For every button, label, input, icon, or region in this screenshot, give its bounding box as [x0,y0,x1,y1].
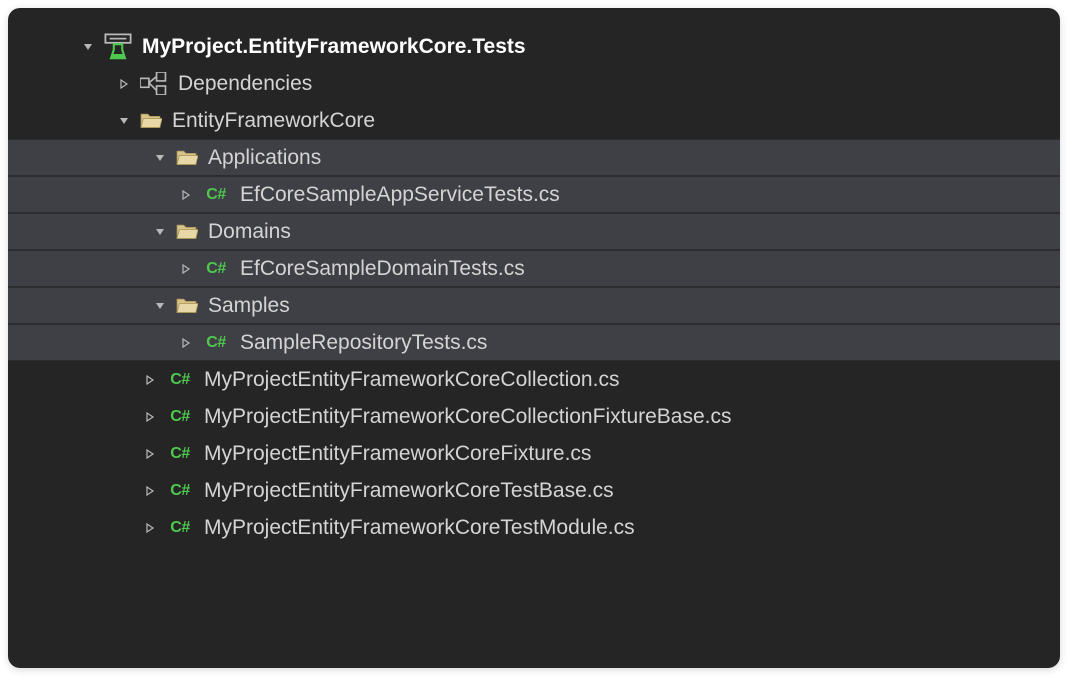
file-label: EfCoreSampleAppServiceTests.cs [240,183,560,207]
solution-explorer-tree[interactable]: MyProject.EntityFrameworkCore.Tests Depe… [8,8,1060,668]
expander-collapsed-icon[interactable] [116,76,132,92]
folder-open-icon [176,221,198,243]
tree-item-folder-applications[interactable]: Applications [8,139,1060,176]
tree-item-file-fixture-base[interactable]: C# MyProjectEntityFrameworkCoreCollectio… [8,398,1060,435]
tree-item-folder-efc[interactable]: EntityFrameworkCore [8,102,1060,139]
file-label: MyProjectEntityFrameworkCoreCollectionFi… [204,405,732,429]
expander-collapsed-icon[interactable] [142,409,158,425]
file-label: EfCoreSampleDomainTests.cs [240,257,525,281]
csharp-file-icon: C# [166,445,194,463]
csharp-file-icon: C# [202,260,230,278]
folder-open-icon [176,295,198,317]
file-label: MyProjectEntityFrameworkCoreTestModule.c… [204,516,635,540]
expander-collapsed-icon[interactable] [142,372,158,388]
tree-item-file-fixture[interactable]: C# MyProjectEntityFrameworkCoreFixture.c… [8,435,1060,472]
csharp-file-icon: C# [166,408,194,426]
expander-expanded-icon[interactable] [152,298,168,314]
file-label: SampleRepositoryTests.cs [240,331,487,355]
expander-expanded-icon[interactable] [152,224,168,240]
project-name-label: MyProject.EntityFrameworkCore.Tests [142,35,526,59]
folder-open-icon [176,147,198,169]
folder-label: Domains [208,220,291,244]
csharp-file-icon: C# [202,334,230,352]
expander-expanded-icon[interactable] [152,150,168,166]
csharp-file-icon: C# [202,186,230,204]
expander-collapsed-icon[interactable] [142,483,158,499]
csharp-file-icon: C# [166,371,194,389]
dependencies-icon [140,73,168,95]
expander-collapsed-icon[interactable] [178,187,194,203]
file-label: MyProjectEntityFrameworkCoreTestBase.cs [204,479,614,503]
folder-label: EntityFrameworkCore [172,109,375,133]
test-project-icon [104,36,132,58]
expander-expanded-icon[interactable] [80,39,96,55]
folder-label: Samples [208,294,290,318]
folder-label: Applications [208,146,321,170]
tree-item-file-sample-tests[interactable]: C# SampleRepositoryTests.cs [8,324,1060,361]
folder-open-icon [140,110,162,132]
expander-collapsed-icon[interactable] [178,335,194,351]
tree-item-dependencies[interactable]: Dependencies [8,65,1060,102]
tree-item-file-app-tests[interactable]: C# EfCoreSampleAppServiceTests.cs [8,176,1060,213]
file-label: MyProjectEntityFrameworkCoreCollection.c… [204,368,619,392]
csharp-file-icon: C# [166,519,194,537]
expander-collapsed-icon[interactable] [142,446,158,462]
expander-collapsed-icon[interactable] [178,261,194,277]
tree-item-file-test-module[interactable]: C# MyProjectEntityFrameworkCoreTestModul… [8,509,1060,546]
tree-item-file-domain-tests[interactable]: C# EfCoreSampleDomainTests.cs [8,250,1060,287]
csharp-file-icon: C# [166,482,194,500]
expander-expanded-icon[interactable] [116,113,132,129]
expander-collapsed-icon[interactable] [142,520,158,536]
dependencies-label: Dependencies [178,72,312,96]
tree-item-folder-domains[interactable]: Domains [8,213,1060,250]
file-label: MyProjectEntityFrameworkCoreFixture.cs [204,442,591,466]
tree-item-folder-samples[interactable]: Samples [8,287,1060,324]
tree-item-file-collection[interactable]: C# MyProjectEntityFrameworkCoreCollectio… [8,361,1060,398]
tree-item-project-root[interactable]: MyProject.EntityFrameworkCore.Tests [8,28,1060,65]
tree-item-file-test-base[interactable]: C# MyProjectEntityFrameworkCoreTestBase.… [8,472,1060,509]
